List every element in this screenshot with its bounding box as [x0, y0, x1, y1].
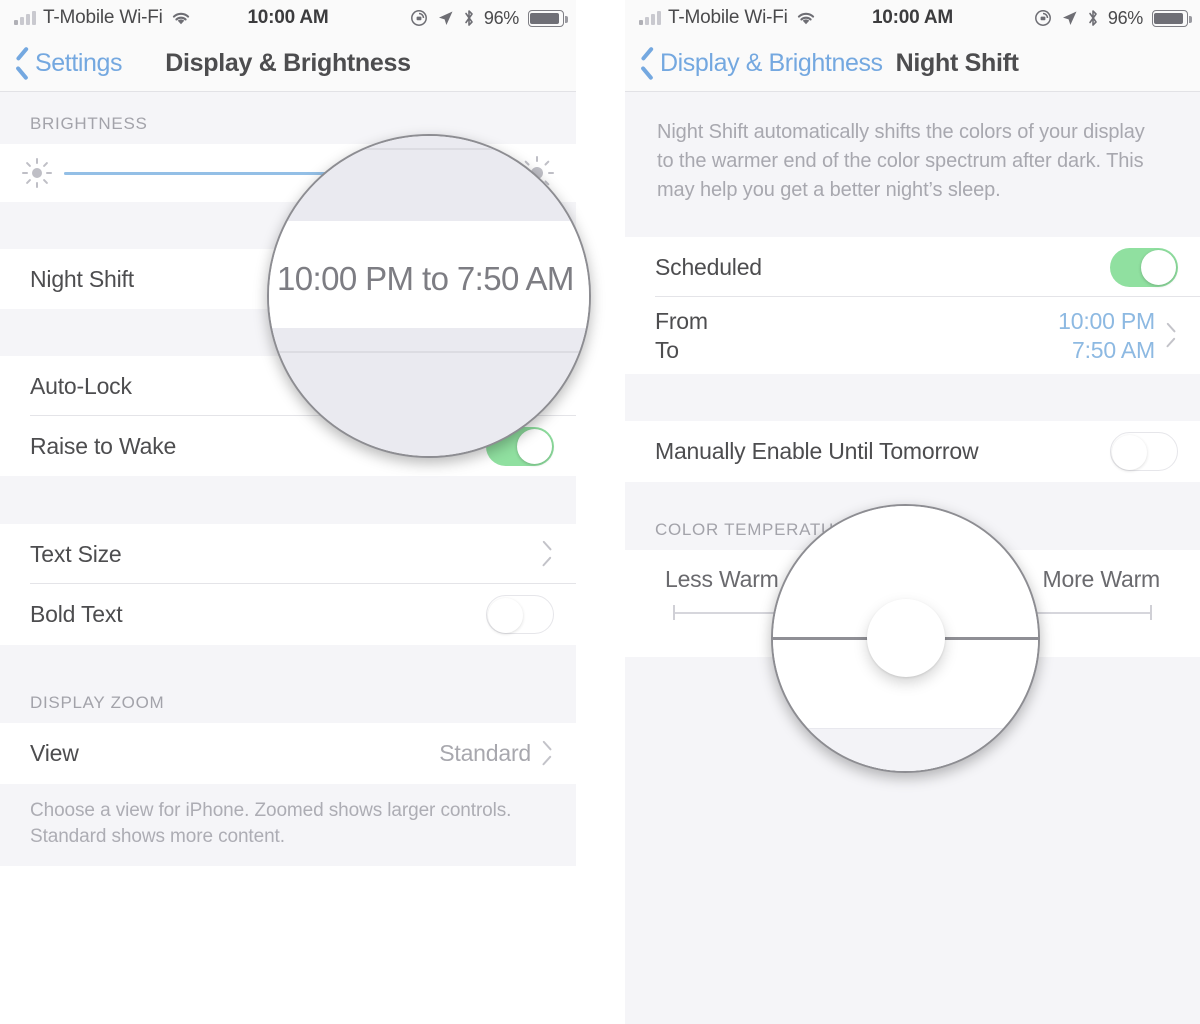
rotation-lock-icon	[1034, 10, 1051, 26]
page-title-night-shift: Night Shift	[895, 49, 1019, 77]
row-scheduled-right	[1110, 247, 1178, 287]
bold-text-toggle[interactable]	[486, 595, 554, 634]
back-button-label: Settings	[35, 49, 123, 77]
color-temperature-track-cap-right	[1150, 605, 1152, 620]
group-gap-right-1	[625, 374, 1200, 421]
row-view-right: Standard	[439, 740, 554, 767]
row-manually-enable-right	[1110, 432, 1178, 471]
chevron-left-icon	[640, 51, 655, 77]
scheduled-toggle[interactable]	[1110, 247, 1178, 287]
clock-label: 10:00 AM	[871, 7, 954, 28]
row-view[interactable]: View Standard	[0, 723, 576, 784]
row-from-label: From	[655, 307, 708, 334]
magnified-night-shift-value: 10:00 PM to 7:50 AM	[277, 260, 574, 297]
location-arrow-icon	[1062, 11, 1077, 25]
magnifier-loupe-color-temperature	[771, 504, 1040, 773]
nav-bar-left: Settings Display & Brightness	[0, 36, 576, 92]
row-from-value: 10:00 PM	[1058, 307, 1155, 334]
row-from-to-right: 10:00 PM 7:50 AM	[1058, 308, 1178, 364]
color-temperature-less-warm-label: Less Warm	[665, 566, 779, 592]
row-auto-lock-label: Auto-Lock	[30, 372, 132, 399]
back-button-label: Display & Brightness	[660, 49, 883, 77]
group-header-display-zoom-label: DISPLAY ZOOM	[30, 693, 165, 712]
battery-icon	[528, 9, 568, 27]
row-to-label: To	[655, 336, 679, 363]
row-manually-enable-label: Manually Enable Until Tomorrow	[655, 438, 979, 464]
bluetooth-icon	[465, 10, 473, 26]
row-bold-text[interactable]: Bold Text	[0, 584, 576, 645]
row-from-to-values: 10:00 PM 7:50 AM	[1058, 308, 1155, 364]
group-header-display-zoom: DISPLAY ZOOM	[0, 645, 576, 723]
row-scheduled[interactable]: Scheduled	[625, 237, 1200, 297]
magnifier-loupe-right-content	[773, 506, 1038, 771]
rotation-lock-icon	[410, 10, 427, 26]
display-zoom-footer-note: Choose a view for iPhone. Zoomed shows l…	[30, 800, 512, 847]
battery-percent-label: 96%	[483, 7, 519, 28]
row-scheduled-label: Scheduled	[655, 253, 762, 280]
row-text-size-right	[543, 544, 554, 564]
status-bar-left: T-Mobile Wi-Fi 10:00 AM 96%	[0, 0, 576, 36]
color-temperature-track-cap-left	[673, 605, 675, 620]
row-from-to-labels: From To	[655, 308, 708, 364]
bluetooth-icon	[1089, 10, 1097, 26]
row-to-value: 7:50 AM	[1072, 336, 1155, 363]
screenshot-root: T-Mobile Wi-Fi 10:00 AM 96% Settings Dis…	[0, 0, 1200, 1024]
row-manually-enable[interactable]: Manually Enable Until Tomorrow	[625, 421, 1200, 482]
sun-large-icon-magnified	[519, 164, 560, 204]
back-button-display-brightness[interactable]: Display & Brightness	[625, 49, 883, 78]
status-bar-right-group: 96%	[410, 7, 568, 29]
magnifier-loupe-left-content: 10:00 PM to 7:50 AM	[269, 136, 589, 456]
chevron-left-icon	[15, 51, 30, 77]
battery-icon	[1152, 9, 1192, 27]
manually-enable-toggle[interactable]	[1110, 432, 1178, 471]
chevron-right-icon	[543, 544, 554, 564]
row-night-shift-label: Night Shift	[30, 265, 134, 292]
row-raise-to-wake-label: Raise to Wake	[30, 432, 177, 459]
status-bar-right-group: 96%	[1034, 7, 1192, 29]
battery-percent-label: 96%	[1107, 7, 1143, 28]
magnified-slider-knob	[866, 599, 945, 677]
night-shift-description-area: Night Shift automatically shifts the col…	[625, 92, 1200, 237]
magnifier-loupe-night-shift: 10:00 PM to 7:50 AM	[267, 134, 591, 458]
location-arrow-icon	[438, 11, 453, 25]
row-view-value: Standard	[439, 740, 531, 766]
row-bold-text-right	[486, 595, 554, 634]
night-shift-description: Night Shift automatically shifts the col…	[657, 121, 1145, 201]
sun-small-icon	[22, 158, 52, 188]
clock-label: 10:00 AM	[247, 7, 329, 28]
chevron-right-icon	[1167, 326, 1178, 346]
color-temperature-more-warm-label: More Warm	[1042, 566, 1161, 592]
back-button-settings[interactable]: Settings	[0, 49, 123, 78]
nav-bar-right: Display & Brightness Night Shift	[625, 36, 1200, 92]
row-from-to[interactable]: From To 10:00 PM 7:50 AM	[625, 297, 1200, 374]
row-text-size[interactable]: Text Size	[0, 524, 576, 584]
row-bold-text-label: Bold Text	[30, 601, 123, 627]
left-panel-blank-area	[0, 866, 576, 1024]
status-bar-right: T-Mobile Wi-Fi 10:00 AM 96%	[625, 0, 1200, 36]
row-text-size-label: Text Size	[30, 540, 122, 567]
group-gap-3	[0, 476, 576, 524]
row-view-label: View	[30, 740, 79, 766]
chevron-right-icon	[543, 744, 554, 764]
